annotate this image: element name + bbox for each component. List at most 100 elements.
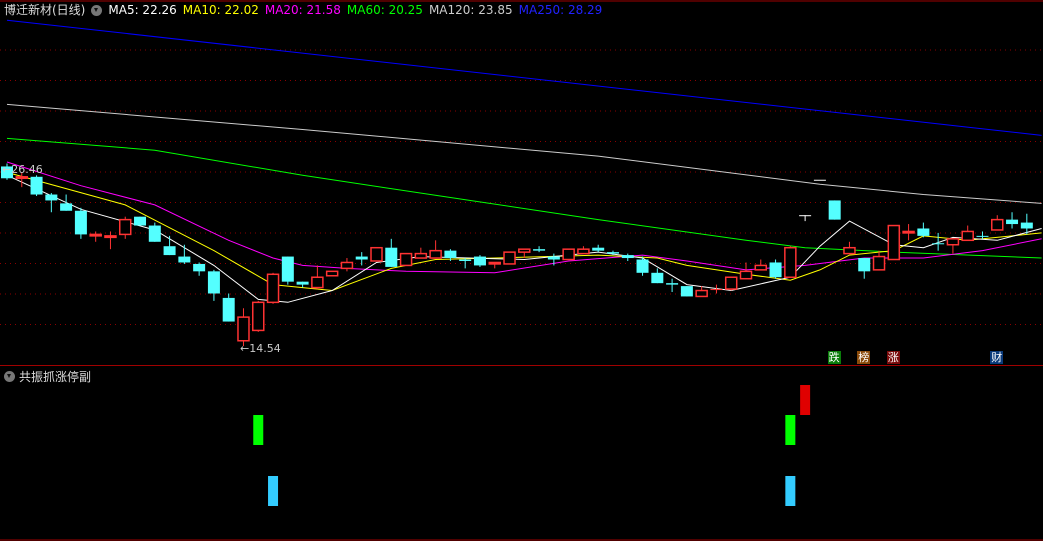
candle-body-down (207, 271, 220, 294)
candle-body-down (281, 256, 294, 282)
candle-body-down (193, 263, 206, 272)
candle-body-down (134, 216, 147, 226)
candle-body-down (355, 256, 368, 260)
candle-body-down (592, 247, 605, 251)
low-price-label: ←14.54 (240, 342, 281, 355)
candle-body-up (414, 252, 428, 259)
ma250-label: MA250: 28.29 (518, 3, 603, 17)
candle-body-up (887, 224, 901, 261)
candle-body-up (991, 218, 1004, 231)
candle-body-down (163, 246, 176, 256)
dropdown-circle-icon[interactable] (4, 371, 15, 382)
ma120-label: MA120: 23.85 (428, 3, 513, 17)
candle-body-up (724, 276, 738, 290)
candle-body-up (754, 264, 768, 271)
candle-body-down (976, 235, 989, 237)
candle-body-down (651, 272, 664, 284)
ma-line-ma5 (6, 174, 1042, 303)
candle-body-up (266, 273, 280, 304)
event-marker[interactable]: 涨 (886, 351, 900, 364)
event-marker[interactable]: 财 (990, 351, 1004, 364)
candle-body-down (606, 252, 619, 254)
candle-body-down (296, 281, 309, 285)
candle-body-down (932, 243, 945, 245)
candle-body-down (917, 228, 930, 236)
signal-bar (785, 476, 796, 506)
candle-body-down (1020, 222, 1033, 229)
candle-body-up (784, 246, 797, 278)
candle-body-down (533, 249, 546, 251)
sub-panel-header: 共振抓涨停副 (4, 368, 91, 385)
candle-body-up (118, 218, 132, 236)
candle-body-up (872, 255, 886, 271)
candle-body-up (311, 276, 324, 289)
ma20-label: MA20: 21.58 (264, 3, 341, 17)
candle-body-up (370, 246, 383, 262)
candle-body-down (385, 247, 398, 267)
ma-line-ma10 (6, 171, 1042, 292)
candle-body-up (252, 301, 265, 332)
stock-title: 博迁新材(日线) (4, 3, 86, 17)
candle-body-down (473, 256, 486, 266)
candle-body-down (60, 203, 73, 211)
signal-bar (785, 415, 796, 445)
high-price-label: ←26.46 (2, 163, 43, 176)
signal-bar (268, 476, 279, 506)
dropdown-circle-icon[interactable] (91, 4, 103, 16)
candle-body-up (577, 248, 590, 255)
high-price-value: 26.46 (11, 163, 43, 176)
candle-body-up (518, 248, 531, 253)
candle-body-down (799, 215, 812, 217)
candle-body-up (15, 176, 29, 180)
event-marker[interactable]: 跌 (827, 351, 841, 364)
candlestick-chart[interactable] (0, 0, 1043, 541)
candle-body-up (946, 238, 960, 246)
candle-body-down (547, 256, 560, 260)
candle-body-up (399, 252, 413, 267)
candle-body-up (325, 270, 339, 277)
candle-body-down (178, 256, 191, 263)
candle-body-up (429, 249, 442, 259)
candle-body-down (828, 200, 841, 220)
candle-body-up (739, 270, 753, 280)
candle-body-down (1006, 219, 1019, 225)
candle-body-up (562, 248, 575, 261)
ma60-label: MA60: 20.25 (346, 3, 423, 17)
candle-body-down (680, 286, 693, 297)
candle-body-up (340, 261, 354, 270)
candle-body-down (636, 259, 649, 273)
candle-body-down (710, 289, 723, 291)
candle-body-down (813, 179, 826, 181)
candle-body-up (695, 289, 708, 298)
ma10-label: MA10: 22.02 (182, 3, 259, 17)
candle-body-up (961, 230, 974, 242)
candle-body-up (237, 316, 250, 342)
candle-body-down (148, 225, 161, 242)
event-marker[interactable]: 榜 (857, 351, 871, 364)
candle-body-down (74, 210, 87, 235)
ma-line-ma60 (6, 137, 1042, 259)
candle-body-down (666, 283, 679, 285)
low-price-value: 14.54 (249, 342, 281, 355)
candle-body-down (858, 258, 871, 272)
candle-body-down (45, 194, 58, 201)
candle-body-up (104, 235, 117, 239)
candle-body-down (30, 176, 43, 195)
sub-panel-title: 共振抓涨停副 (19, 370, 92, 384)
candle-body-up (503, 251, 516, 265)
ma5-label: MA5: 22.26 (108, 3, 177, 17)
candle-body-down (459, 259, 472, 261)
candle-body-down (444, 250, 457, 259)
candle-body-up (488, 261, 501, 265)
signal-bar (253, 415, 264, 445)
candle-body-down (621, 255, 634, 259)
candle-body-down (222, 297, 235, 322)
candle-body-up (843, 246, 856, 255)
candle-body-up (902, 230, 915, 234)
candle-body-up (89, 233, 102, 237)
candle-body-down (769, 262, 782, 278)
ma-line-ma250 (6, 19, 1042, 136)
ma-line-ma120 (6, 103, 1042, 204)
signal-bar (800, 385, 811, 415)
chart-header: 博迁新材(日线) MA5: 22.26 MA10: 22.02 MA20: 21… (4, 3, 602, 17)
